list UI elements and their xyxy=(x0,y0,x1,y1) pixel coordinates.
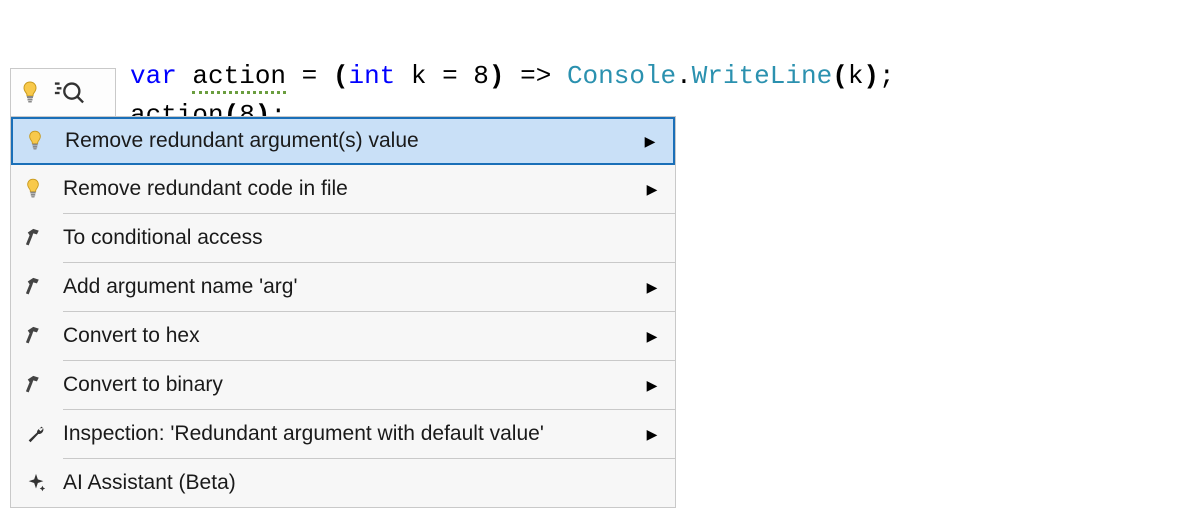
submenu-arrow-icon: ▶ xyxy=(629,279,675,296)
menu-item-label: Inspection: 'Redundant argument with def… xyxy=(63,422,629,446)
context-menu: Remove redundant argument(s) value ▶ Rem… xyxy=(10,116,676,508)
menu-item-label: AI Assistant (Beta) xyxy=(63,471,629,495)
paren-open-2: ( xyxy=(832,61,848,91)
menu-item-remove-redundant-file[interactable]: Remove redundant code in file ▶ xyxy=(11,165,675,213)
menu-item-label: Convert to hex xyxy=(63,324,629,348)
menu-item-add-argument-name[interactable]: Add argument name 'arg' ▶ xyxy=(11,263,675,311)
keyword-int: int xyxy=(348,61,395,91)
menu-item-conditional-access[interactable]: To conditional access xyxy=(11,214,675,262)
search-target-icon xyxy=(53,79,85,107)
menu-item-label: Remove redundant code in file xyxy=(63,177,629,201)
variable-action: action xyxy=(192,61,286,94)
lightbulb-icon xyxy=(21,81,39,105)
submenu-arrow-icon: ▶ xyxy=(629,377,675,394)
menu-item-convert-binary[interactable]: Convert to binary ▶ xyxy=(11,361,675,409)
keyword-var: var xyxy=(130,61,177,91)
menu-item-remove-redundant-arg[interactable]: Remove redundant argument(s) value ▶ xyxy=(11,117,675,165)
submenu-arrow-icon: ▶ xyxy=(629,181,675,198)
submenu-arrow-icon: ▶ xyxy=(629,328,675,345)
menu-item-convert-hex[interactable]: Convert to hex ▶ xyxy=(11,312,675,360)
menu-item-label: To conditional access xyxy=(63,226,629,250)
hammer-icon xyxy=(25,227,63,249)
class-console: Console xyxy=(567,61,676,91)
wrench-icon xyxy=(25,423,63,445)
param-text: k = xyxy=(395,61,473,91)
semicolon-1: ; xyxy=(879,61,895,91)
method-writeline: WriteLine xyxy=(692,61,832,91)
arrow-op: => xyxy=(505,61,567,91)
arg-k: k xyxy=(848,61,864,91)
sparkle-icon xyxy=(25,472,63,494)
paren-close-2: ) xyxy=(863,61,879,91)
lightbulb-icon xyxy=(25,178,63,200)
menu-item-ai-assistant[interactable]: AI Assistant (Beta) xyxy=(11,459,675,507)
paren-close: ) xyxy=(489,61,505,91)
menu-item-label: Convert to binary xyxy=(63,373,629,397)
dot: . xyxy=(676,61,692,91)
number-8a: 8 xyxy=(473,61,489,91)
submenu-arrow-icon: ▶ xyxy=(627,133,673,150)
hammer-icon xyxy=(25,276,63,298)
lightbulb-icon xyxy=(27,130,65,152)
paren-open: ( xyxy=(333,61,349,91)
quick-actions-trigger[interactable] xyxy=(10,68,116,116)
submenu-arrow-icon: ▶ xyxy=(629,426,675,443)
menu-item-label: Add argument name 'arg' xyxy=(63,275,629,299)
menu-item-label: Remove redundant argument(s) value xyxy=(65,129,627,153)
operator-eq: = xyxy=(286,61,333,91)
hammer-icon xyxy=(25,325,63,347)
hammer-icon xyxy=(25,374,63,396)
menu-item-inspection[interactable]: Inspection: 'Redundant argument with def… xyxy=(11,410,675,458)
